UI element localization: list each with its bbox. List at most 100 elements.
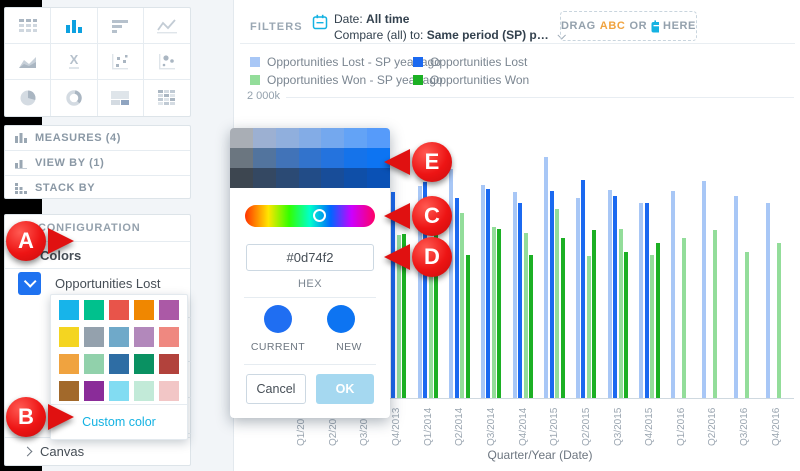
viz-type-table[interactable] xyxy=(5,8,51,44)
bar-Q3-2015-s1[interactable] xyxy=(613,196,617,398)
bar-Q2-2015-s3[interactable] xyxy=(592,230,596,398)
palette-swatch-11[interactable] xyxy=(84,354,104,374)
bar-Q2-2014-s3[interactable] xyxy=(466,255,470,398)
shade-cell-1-5[interactable] xyxy=(344,148,367,168)
viz-type-treemap[interactable] xyxy=(98,80,144,116)
shade-cell-2-2[interactable] xyxy=(276,168,299,188)
bar-Q2-2015-s0[interactable] xyxy=(576,198,580,398)
viz-type-headline[interactable]: X xyxy=(51,44,97,80)
viz-type-scatter-plot[interactable] xyxy=(98,44,144,80)
palette-swatch-3[interactable] xyxy=(134,300,154,320)
viz-type-pie-chart[interactable] xyxy=(5,80,51,116)
bar-Q2-2015-s1[interactable] xyxy=(581,180,585,398)
shade-cell-2-3[interactable] xyxy=(299,168,322,188)
shade-cell-1-1[interactable] xyxy=(253,148,276,168)
viz-type-column-chart-selected[interactable] xyxy=(51,8,97,44)
viz-type-area-chart[interactable] xyxy=(5,44,51,80)
bar-Q4-2014-s0[interactable] xyxy=(513,192,517,398)
measure-color-selector[interactable]: Opportunities Lost xyxy=(5,269,190,297)
bar-Q4-2015-s0[interactable] xyxy=(639,203,643,398)
viz-type-line-chart[interactable] xyxy=(144,8,190,44)
bar-Q1-2015-s1[interactable] xyxy=(550,191,554,398)
palette-swatch-10[interactable] xyxy=(59,354,79,374)
bar-Q3-2015-s2[interactable] xyxy=(619,229,623,398)
viz-type-bubble-chart[interactable] xyxy=(144,44,190,80)
palette-swatch-9[interactable] xyxy=(159,327,179,347)
palette-swatch-12[interactable] xyxy=(109,354,129,374)
bar-Q2-2015-s2[interactable] xyxy=(587,256,591,398)
viz-type-donut-chart[interactable] xyxy=(51,80,97,116)
bar-Q3-2014-s1[interactable] xyxy=(486,189,490,398)
bar-Q3-2015-s0[interactable] xyxy=(608,190,612,398)
canvas-section-toggle[interactable]: Canvas xyxy=(5,437,190,465)
bar-Q2-2014-s2[interactable] xyxy=(460,213,464,398)
bar-Q1-2015-s0[interactable] xyxy=(544,157,548,398)
shade-cell-1-3[interactable] xyxy=(299,148,322,168)
legend-item-1[interactable]: Opportunities Lost xyxy=(413,53,576,71)
shade-cell-0-1[interactable] xyxy=(253,128,276,148)
bar-Q1-2016-s0[interactable] xyxy=(671,191,675,398)
shade-cell-0-0[interactable] xyxy=(230,128,253,148)
bar-Q4-2016-s2[interactable] xyxy=(777,243,781,398)
bucket-stack-by[interactable]: STACK BY xyxy=(5,176,190,200)
hue-slider-marker[interactable] xyxy=(313,209,326,222)
bucket-measures[interactable]: MEASURES (4) xyxy=(5,126,190,151)
hex-input[interactable] xyxy=(246,244,374,271)
bar-Q4-2015-s2[interactable] xyxy=(650,255,654,398)
bar-Q4-2014-s1[interactable] xyxy=(518,203,522,398)
date-filter[interactable]: Date: All time Compare (all) to: Same pe… xyxy=(334,11,564,43)
bar-Q2-2016-s0[interactable] xyxy=(702,181,706,398)
legend-item-0[interactable]: Opportunities Lost - SP year ago xyxy=(250,53,413,71)
legend-item-3[interactable]: Opportunities Won xyxy=(413,71,576,89)
shade-cell-0-5[interactable] xyxy=(344,128,367,148)
shade-cell-0-2[interactable] xyxy=(276,128,299,148)
palette-swatch-0[interactable] xyxy=(59,300,79,320)
legend-item-2[interactable]: Opportunities Won - SP year ago xyxy=(250,71,413,89)
shade-cell-2-0[interactable] xyxy=(230,168,253,188)
palette-swatch-17[interactable] xyxy=(109,381,129,401)
palette-swatch-5[interactable] xyxy=(59,327,79,347)
cancel-button[interactable]: Cancel xyxy=(246,374,306,404)
bar-Q2-2016-s2[interactable] xyxy=(713,230,717,398)
bar-Q3-2014-s2[interactable] xyxy=(492,227,496,398)
shade-cell-2-1[interactable] xyxy=(253,168,276,188)
palette-swatch-4[interactable] xyxy=(159,300,179,320)
shade-cell-2-5[interactable] xyxy=(344,168,367,188)
viz-type-bar-chart[interactable] xyxy=(98,8,144,44)
bar-Q3-2016-s2[interactable] xyxy=(745,252,749,398)
bar-Q4-2014-s2[interactable] xyxy=(524,233,528,398)
bar-Q3-2014-s3[interactable] xyxy=(497,229,501,398)
attribute-filter-drop-zone[interactable]: DRAG ABC OR HERE xyxy=(560,11,697,41)
bar-Q1-2015-s3[interactable] xyxy=(561,238,565,398)
shade-cell-0-3[interactable] xyxy=(299,128,322,148)
shade-cell-2-4[interactable] xyxy=(321,168,344,188)
shade-cell-1-2[interactable] xyxy=(276,148,299,168)
palette-swatch-14[interactable] xyxy=(159,354,179,374)
measure-color-chip[interactable] xyxy=(18,272,41,295)
bar-Q4-2016-s0[interactable] xyxy=(766,203,770,398)
palette-swatch-7[interactable] xyxy=(109,327,129,347)
shade-cell-1-4[interactable] xyxy=(321,148,344,168)
bar-Q3-2014-s0[interactable] xyxy=(481,185,485,398)
bar-Q4-2015-s3[interactable] xyxy=(656,243,660,398)
hue-slider[interactable] xyxy=(245,205,375,227)
palette-swatch-13[interactable] xyxy=(134,354,154,374)
shade-cell-1-0[interactable] xyxy=(230,148,253,168)
bucket-view-by[interactable]: VIEW BY (1) xyxy=(5,151,190,176)
palette-swatch-1[interactable] xyxy=(84,300,104,320)
palette-swatch-19[interactable] xyxy=(159,381,179,401)
ok-button[interactable]: OK xyxy=(316,374,374,404)
bar-Q2-2014-s1[interactable] xyxy=(455,198,459,398)
bar-Q1-2016-s2[interactable] xyxy=(682,238,686,398)
palette-swatch-8[interactable] xyxy=(134,327,154,347)
viz-type-heatmap[interactable] xyxy=(144,80,190,116)
bar-Q1-2015-s2[interactable] xyxy=(555,209,559,398)
bar-Q3-2015-s3[interactable] xyxy=(624,252,628,398)
palette-swatch-6[interactable] xyxy=(84,327,104,347)
bar-Q3-2016-s0[interactable] xyxy=(734,196,738,398)
palette-swatch-18[interactable] xyxy=(134,381,154,401)
shade-cell-0-4[interactable] xyxy=(321,128,344,148)
palette-swatch-2[interactable] xyxy=(109,300,129,320)
palette-swatch-16[interactable] xyxy=(84,381,104,401)
bar-Q4-2015-s1[interactable] xyxy=(645,203,649,398)
